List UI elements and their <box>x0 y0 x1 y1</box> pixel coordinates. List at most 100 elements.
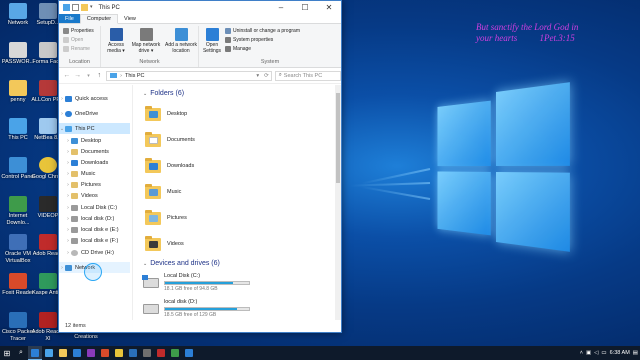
nav-item-local-disk-d[interactable]: › local disk (D:) <box>59 213 130 224</box>
folder-icon <box>59 349 67 357</box>
nav-item-desktop[interactable]: › Desktop <box>59 135 130 146</box>
folder-downloads[interactable]: Downloads <box>145 156 194 176</box>
control-panel-icon <box>9 157 27 173</box>
taskbar-app-11[interactable] <box>168 346 182 360</box>
tab-file[interactable]: File <box>59 14 80 23</box>
taskbar-app-9[interactable] <box>140 346 154 360</box>
properties-button[interactable]: Properties <box>63 28 94 34</box>
tab-computer[interactable]: Computer <box>80 14 118 24</box>
verse-line-1: But sanctify the Lord God in <box>476 22 626 33</box>
recent-locations-chevron-icon[interactable]: ▾ <box>85 73 93 79</box>
forward-arrow-icon[interactable]: → <box>74 72 82 79</box>
folder-pictures[interactable]: Pictures <box>145 208 187 228</box>
clock[interactable]: 6:38 AM <box>610 350 630 356</box>
taskbar-app-12[interactable] <box>182 346 196 360</box>
windows-drive-icon <box>143 278 159 288</box>
vertical-scrollbar[interactable] <box>335 85 341 320</box>
open-settings-button[interactable]: Open Settings <box>201 28 223 54</box>
drive-local-disk-c[interactable]: Local Disk (C:) 18.1 GB free of 94.8 GB <box>143 273 250 295</box>
nav-item-local-disk-e[interactable]: › local disk e (E:) <box>59 224 130 235</box>
drive-local-disk-d[interactable]: local disk (D:) 18.5 GB free of 129 GB <box>143 299 250 321</box>
show-hidden-icons-icon[interactable]: ˄ <box>580 350 583 356</box>
nav-item-local-disk-c[interactable]: › Local Disk (C:) <box>59 202 130 213</box>
open-button[interactable]: Open <box>63 37 83 43</box>
system-properties-button[interactable]: System properties <box>225 37 273 43</box>
folder-desktop[interactable]: Desktop <box>145 104 187 124</box>
new-folder-icon[interactable] <box>81 4 88 11</box>
tab-view[interactable]: View <box>118 14 142 23</box>
refresh-icon[interactable]: ⟳ <box>264 73 271 79</box>
minimize-button[interactable]: – <box>269 1 293 14</box>
nav-item-music[interactable]: › Music <box>59 168 130 179</box>
nav-item-videos[interactable]: › Videos <box>59 190 130 201</box>
search-input[interactable]: ⌕ Search This PC <box>275 71 341 81</box>
downloads-folder-icon <box>71 160 78 166</box>
documents-folder-icon <box>71 149 78 155</box>
battery-icon[interactable]: ▭ <box>601 350 606 356</box>
desktop-folder-icon <box>71 138 78 144</box>
drives-section-header[interactable]: ⌄ Devices and drives (6) <box>143 260 220 267</box>
status-bar: 12 items <box>59 320 341 332</box>
access-media-button[interactable]: Access media ▾ <box>103 28 129 54</box>
close-button[interactable]: ✕ <box>317 1 341 14</box>
uninstall-program-button[interactable]: Uninstall or change a program <box>225 28 300 34</box>
folder-videos[interactable]: Videos <box>145 234 184 254</box>
nav-item-onedrive[interactable]: › OneDrive <box>59 108 130 119</box>
packet-tracer-icon <box>9 312 27 328</box>
pdf-icon <box>39 234 57 250</box>
folder-music[interactable]: Music <box>145 182 181 202</box>
taskbar-app-5[interactable] <box>84 346 98 360</box>
taskbar-app-1[interactable] <box>28 346 42 360</box>
camtasia-icon <box>171 349 179 357</box>
nav-item-cd-drive[interactable]: › CD Drive (H:) <box>59 247 130 258</box>
music-folder-icon <box>145 186 161 199</box>
system-properties-icon <box>225 37 231 43</box>
back-arrow-icon[interactable]: ← <box>63 72 71 79</box>
breadcrumb[interactable]: This PC <box>125 73 145 79</box>
start-button[interactable]: ⊞ <box>0 346 14 360</box>
manage-button[interactable]: Manage <box>225 46 251 52</box>
taskbar: ⊞ ⌕ ˄ ▣ ◁ ▭ 6:38 AM ▤ <box>0 346 640 360</box>
pictures-folder-icon <box>71 182 78 188</box>
nav-item-documents[interactable]: › Documents <box>59 146 130 157</box>
taskbar-app-4[interactable] <box>70 346 84 360</box>
nav-item-pictures[interactable]: › Pictures <box>59 179 130 190</box>
search-taskbar-button[interactable]: ⌕ <box>14 346 28 360</box>
nav-item-quick-access[interactable]: › Quick access <box>59 93 130 104</box>
taskbar-app-2[interactable] <box>42 346 56 360</box>
nav-item-this-pc[interactable]: ⌄ This PC <box>59 123 130 134</box>
action-center-icon[interactable]: ▤ <box>633 350 638 356</box>
download-manager-icon <box>9 196 27 212</box>
nav-item-downloads[interactable]: › Downloads <box>59 157 130 168</box>
taskbar-app-10[interactable] <box>154 346 168 360</box>
rename-button[interactable]: Rename <box>63 46 90 52</box>
recorder-icon <box>185 349 193 357</box>
drive-icon <box>71 227 78 233</box>
desktop-icon-creations[interactable]: Creations <box>68 334 104 344</box>
scrollbar-thumb[interactable] <box>336 93 340 183</box>
folders-section-header[interactable]: ⌄ Folders (6) <box>143 90 184 97</box>
taskbar-app-8[interactable] <box>126 346 140 360</box>
network-status-icon[interactable]: ▣ <box>586 350 591 356</box>
format-factory-icon <box>39 42 57 58</box>
collapse-chevron-icon[interactable]: ⌄ <box>143 91 147 97</box>
map-network-drive-button[interactable]: Map network drive ▾ <box>129 28 163 54</box>
volume-icon[interactable]: ◁ <box>594 350 598 356</box>
properties-icon[interactable] <box>72 4 79 11</box>
customize-chevron-icon[interactable]: ▾ <box>90 4 93 11</box>
taskbar-app-6[interactable] <box>98 346 112 360</box>
address-field[interactable]: › This PC ▾ ⟳ <box>106 71 272 81</box>
title-bar[interactable]: ▾ This PC – ☐ ✕ <box>59 1 341 14</box>
taskbar-app-3[interactable] <box>56 346 70 360</box>
folder-documents[interactable]: Documents <box>145 130 195 150</box>
address-dropdown-icon[interactable]: ▾ <box>256 73 261 79</box>
up-arrow-icon[interactable]: ↑ <box>95 72 103 79</box>
drive-label: local disk (D:) <box>164 299 250 306</box>
taskbar-app-7[interactable] <box>112 346 126 360</box>
collapse-chevron-icon[interactable]: ⌄ <box>143 261 147 267</box>
maximize-button[interactable]: ☐ <box>293 1 317 14</box>
nav-item-local-disk-f[interactable]: › local disk e (F:) <box>59 235 130 246</box>
search-icon: ⌕ <box>279 72 282 79</box>
add-network-location-button[interactable]: Add a network location <box>163 28 199 54</box>
search-placeholder: Search This PC <box>284 73 322 79</box>
